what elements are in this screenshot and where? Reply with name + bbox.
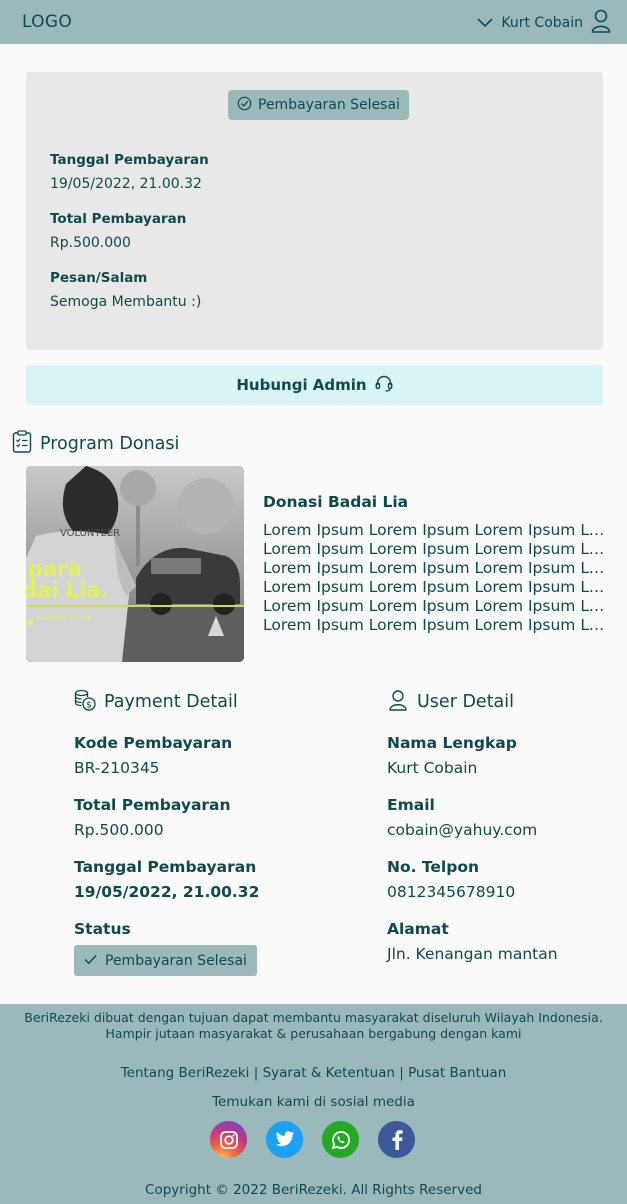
payment-detail-section: $ Payment Detail Kode Pembayaran BR-2103… [74,688,314,976]
footer-about-line: BeriRezeki dibuat dengan tujuan dapat me… [24,1010,603,1025]
check-circle-icon [237,96,252,115]
coins-icon: $ [74,689,96,716]
payment-date-value: 19/05/2022, 21.00.32 [50,176,202,192]
program-image[interactable]: VOLUNTEER para dai Lia. BeriRezeki Chari… [26,466,244,662]
user-name[interactable]: Kurt Cobain [501,15,583,31]
image-brand-text: BeriRezeki Charity [36,615,92,622]
footer: BeriRezeki dibuat dengan tujuan dapat me… [0,1004,627,1204]
message-value: Semoga Membantu :) [50,294,202,310]
footer-links: Tentang BeriRezeki | Syarat & Ketentuan … [0,1065,627,1081]
chevron-down-icon[interactable] [477,13,493,32]
whatsapp-icon[interactable] [322,1121,359,1158]
link-help[interactable]: Pusat Bantuan [408,1065,506,1081]
social-links [210,1121,415,1158]
address-value: Jln. Kenangan mantan [387,945,558,963]
detail-total-value: Rp.500.000 [74,821,164,839]
description-line: Lorem Ipsum Lorem Ipsum Lorem Ipsum Lore [263,597,605,615]
copyright: Copyright © 2022 BeriRezeki. All Rights … [145,1182,482,1198]
email-label: Email [387,796,435,814]
payment-summary-card: Pembayaran Selesai Tanggal Pembayaran 19… [26,72,603,350]
user-detail-section: User Detail Nama Lengkap Kurt Cobain Ema… [387,688,627,963]
user-detail-title-label: User Detail [417,692,515,712]
payment-code-label: Kode Pembayaran [74,734,233,752]
link-separator: | [399,1065,404,1081]
program-section-title: Program Donasi [12,430,179,458]
clipboard-icon [12,430,32,458]
svg-text:$: $ [86,700,92,710]
user-menu[interactable]: Kurt Cobain [477,9,611,36]
payment-detail-title: $ Payment Detail [74,688,314,716]
status-value-label: Pembayaran Selesai [105,952,247,969]
user-icon[interactable] [591,9,611,37]
link-terms[interactable]: Syarat & Ketentuan [263,1065,395,1081]
status-badge-label: Pembayaran Selesai [258,97,400,113]
description-line: Lorem Ipsum Lorem Ipsum Lorem Ipsum Lore [263,540,605,558]
contact-admin-button[interactable]: Hubungi Admin [26,365,603,405]
program-section-label: Program Donasi [40,434,180,454]
address-label: Alamat [387,920,449,938]
payment-detail-title-label: Payment Detail [104,692,238,712]
description-line: Lorem Ipsum Lorem Ipsum Lorem Ipsum Lore [263,578,605,596]
instagram-icon[interactable] [210,1121,247,1158]
payment-code-value: BR-210345 [74,759,160,777]
top-navbar: LOGO Kurt Cobain [0,0,627,44]
user-icon [387,689,409,716]
program-name[interactable]: Donasi Badai Lia [263,493,408,511]
twitter-icon[interactable] [266,1121,303,1158]
phone-value: 0812345678910 [387,883,516,901]
image-headline-line2: dai Lia. [26,578,108,602]
footer-about: BeriRezeki dibuat dengan tujuan dapat me… [0,1010,627,1042]
email-value: cobain@yahuy.com [387,821,538,839]
status-label: Status [74,920,131,938]
user-detail-title: User Detail [387,688,627,716]
headset-icon [375,375,393,396]
status-badge: Pembayaran Selesai [228,90,409,120]
payment-total-value: Rp.500.000 [50,235,131,251]
message-label: Pesan/Salam [50,270,148,286]
description-line: Lorem Ipsum Lorem Ipsum Lorem Ipsum Lo..… [263,616,605,634]
detail-total-label: Total Pembayaran [74,796,231,814]
full-name-value: Kurt Cobain [387,759,478,777]
program-description: Lorem Ipsum Lorem Ipsum Lorem Ipsum Lore… [263,521,605,637]
check-icon [84,953,97,969]
full-name-label: Nama Lengkap [387,734,517,752]
facebook-icon[interactable] [378,1121,415,1158]
find-us-text: Temukan kami di sosial media [212,1094,415,1110]
description-line: Lorem Ipsum Lorem Ipsum Lorem Ipsum Lore [263,559,605,577]
payment-total-label: Total Pembayaran [50,211,187,227]
link-about[interactable]: Tentang BeriRezeki [121,1065,250,1081]
logo[interactable]: LOGO [22,12,72,32]
phone-label: No. Telpon [387,858,480,876]
description-line: Lorem Ipsum Lorem Ipsum Lorem Ipsum Lore [263,521,605,539]
shirt-text: VOLUNTEER [60,528,120,539]
link-separator: | [253,1065,259,1081]
payment-date-label: Tanggal Pembayaran [50,152,209,168]
footer-about-line: Hampir jutaan masyarakat & perusahaan be… [105,1026,522,1041]
detail-date-value: 19/05/2022, 21.00.32 [74,883,260,901]
status-value-badge: Pembayaran Selesai [74,945,257,976]
detail-date-label: Tanggal Pembayaran [74,858,257,876]
contact-admin-label: Hubungi Admin [236,376,367,394]
